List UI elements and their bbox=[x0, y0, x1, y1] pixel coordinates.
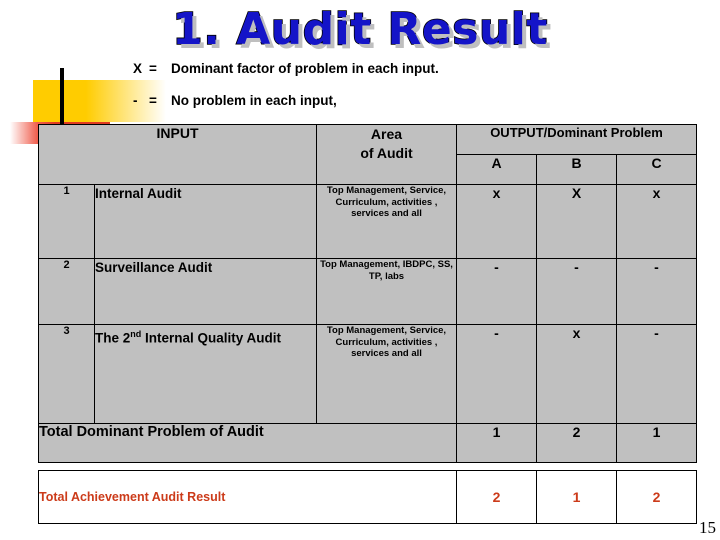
row-number: 1 bbox=[38, 184, 95, 259]
achievement-c: 2 bbox=[616, 470, 697, 524]
audit-result-table: INPUT Area of Audit OUTPUT/Dominant Prob… bbox=[38, 124, 697, 463]
table-total-row: Total Dominant Problem of Audit 1 2 1 bbox=[38, 423, 697, 463]
table-header-row-1: INPUT Area of Audit OUTPUT/Dominant Prob… bbox=[38, 124, 697, 185]
row-area-of-audit: Top Management, Service, Curriculum, act… bbox=[316, 184, 457, 259]
header-col-b: B bbox=[536, 154, 617, 185]
row-input-text: Surveillance Audit bbox=[95, 260, 213, 275]
table-row: 3 The 2nd Internal Quality Audit Top Man… bbox=[38, 324, 697, 424]
header-input: INPUT bbox=[38, 124, 317, 185]
row-mark-a: x bbox=[456, 184, 537, 259]
row-input-superscript: nd bbox=[130, 329, 142, 339]
legend-equals-1: = bbox=[149, 61, 157, 76]
row-input-text-tail: Internal Quality Audit bbox=[141, 330, 282, 346]
legend-text-1: Dominant factor of problem in each input… bbox=[171, 61, 439, 76]
row-number: 2 bbox=[38, 258, 95, 325]
legend-symbol-x: X bbox=[133, 61, 143, 76]
legend-line-dominant: X = Dominant factor of problem in each inp… bbox=[133, 61, 439, 76]
slide-title: 1. Audit Result bbox=[171, 3, 548, 56]
achievement-b: 1 bbox=[536, 470, 617, 524]
table-row: 2 Surveillance Audit Top Management, IBD… bbox=[38, 258, 697, 325]
header-output-group: OUTPUT/Dominant Problem bbox=[456, 124, 697, 155]
row-mark-c: - bbox=[616, 324, 697, 424]
legend-symbol-dash: - bbox=[133, 93, 138, 108]
row-mark-c: x bbox=[616, 184, 697, 259]
row-number: 3 bbox=[38, 324, 95, 424]
total-dominant-label: Total Dominant Problem of Audit bbox=[38, 423, 457, 463]
total-dominant-c: 1 bbox=[616, 423, 697, 463]
row-input-name: Internal Audit bbox=[94, 184, 317, 259]
legend-line-no-problem: - = No problem in each input, bbox=[133, 93, 337, 108]
total-dominant-b: 2 bbox=[536, 423, 617, 463]
row-area-of-audit: Top Management, IBDPC, SS, TP, labs bbox=[316, 258, 457, 325]
legend-equals-2: = bbox=[149, 93, 157, 108]
row-input-text: The 2 bbox=[95, 330, 131, 346]
row-mark-a: - bbox=[456, 324, 537, 424]
achievement-row: Total Achievement Audit Result 2 1 2 bbox=[38, 470, 697, 524]
row-input-text: Internal Audit bbox=[95, 186, 182, 201]
total-dominant-a: 1 bbox=[456, 423, 537, 463]
row-area-of-audit: Top Management, Service, Curriculum, act… bbox=[316, 324, 457, 424]
page-number: 15 bbox=[699, 518, 716, 537]
achievement-a: 2 bbox=[456, 470, 537, 524]
header-area-line1: Area bbox=[370, 126, 403, 142]
total-achievement-table: Total Achievement Audit Result 2 1 2 bbox=[38, 470, 697, 524]
row-mark-b: X bbox=[536, 184, 617, 259]
row-mark-c: - bbox=[616, 258, 697, 325]
table-row: 1 Internal Audit Top Management, Service… bbox=[38, 184, 697, 259]
header-area-line2: of Audit bbox=[360, 145, 413, 161]
header-area-of-audit: Area of Audit bbox=[316, 124, 457, 185]
row-input-name: The 2nd Internal Quality Audit bbox=[94, 324, 317, 424]
row-input-name: Surveillance Audit bbox=[94, 258, 317, 325]
legend-text-2: No problem in each input, bbox=[171, 93, 337, 108]
header-col-c: C bbox=[616, 154, 697, 185]
row-mark-b: x bbox=[536, 324, 617, 424]
header-col-a: A bbox=[456, 154, 537, 185]
achievement-label: Total Achievement Audit Result bbox=[38, 470, 457, 524]
row-mark-a: - bbox=[456, 258, 537, 325]
row-mark-b: - bbox=[536, 258, 617, 325]
